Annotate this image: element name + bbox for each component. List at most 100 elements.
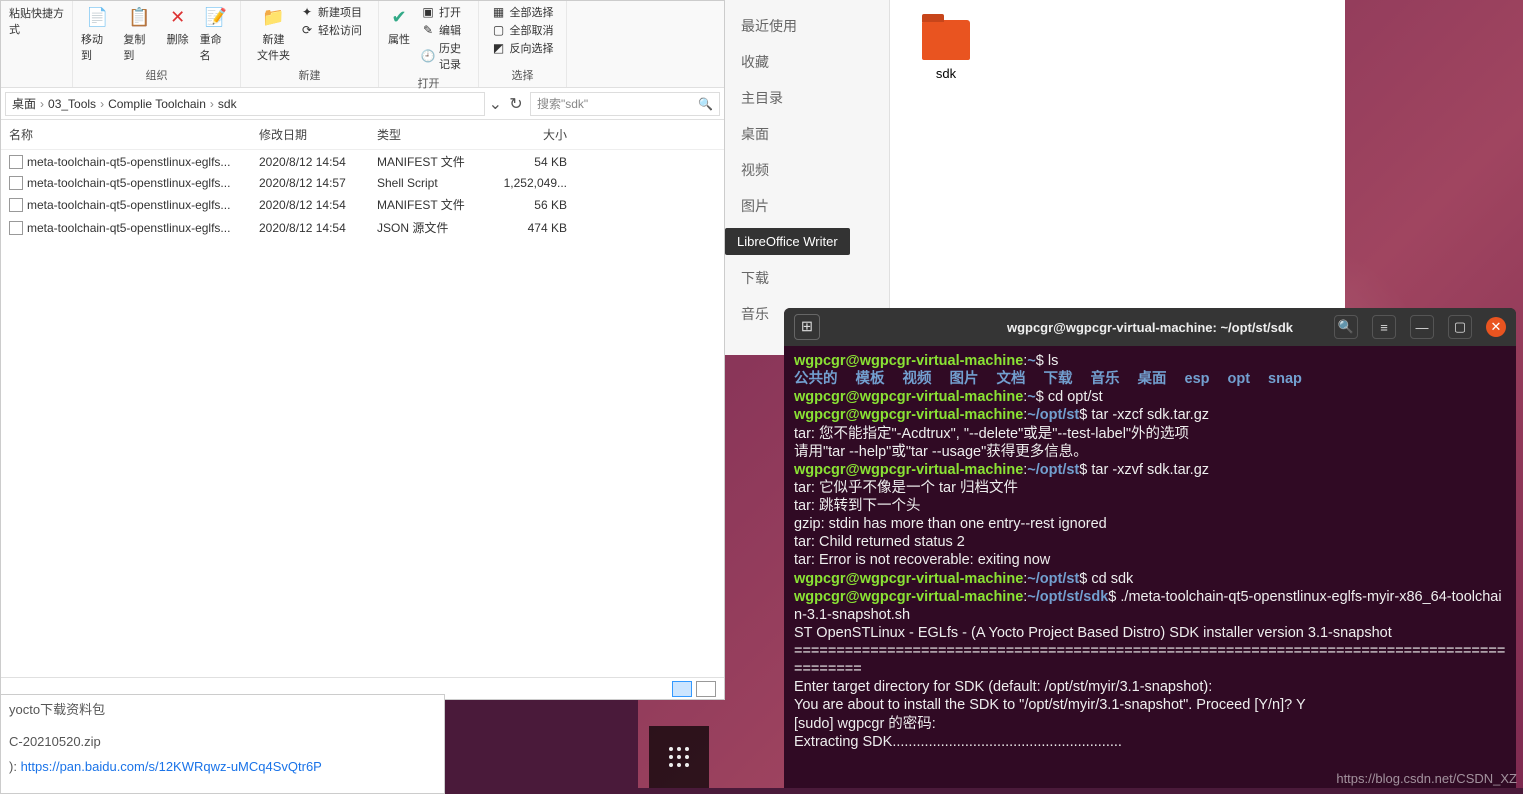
col-type-header[interactable]: 类型 (377, 126, 497, 143)
organize-group-label: 组织 (146, 65, 168, 85)
breadcrumb-part[interactable]: sdk (218, 97, 237, 111)
nautilus-sidebar-item[interactable]: 主目录 (725, 80, 889, 116)
copy-to-icon: 📋 (127, 5, 151, 29)
file-row[interactable]: meta-toolchain-qt5-openstlinux-eglfs... 2… (9, 173, 716, 193)
delete-icon: ✕ (166, 5, 190, 29)
col-size-header[interactable]: 大小 (497, 126, 567, 143)
icons-view-button[interactable] (696, 681, 716, 697)
maximize-button[interactable]: ▢ (1448, 315, 1472, 339)
new-item-button[interactable]: ✦新建项目 (296, 3, 366, 21)
history-icon: 🕘 (421, 49, 435, 63)
nautilus-sidebar-item[interactable]: 最近使用 (725, 8, 889, 44)
nautilus-sidebar-item[interactable]: 桌面 (725, 116, 889, 152)
search-button[interactable]: 🔍 (1334, 315, 1358, 339)
select-all-icon: ▦ (492, 5, 506, 19)
edit-button[interactable]: ✎编辑 (417, 21, 474, 39)
menu-button[interactable]: ≡ (1372, 315, 1396, 339)
folder-sdk[interactable]: sdk (922, 20, 970, 81)
gnome-terminal: ⊞ wgpcgr@wgpcgr-virtual-machine: ~/opt/s… (784, 308, 1516, 788)
file-type: MANIFEST 文件 (377, 153, 497, 170)
file-icon (9, 198, 23, 212)
file-size: 54 KB (497, 155, 567, 169)
file-date: 2020/8/12 14:57 (259, 176, 377, 190)
file-list: meta-toolchain-qt5-openstlinux-eglfs... 2… (1, 150, 724, 239)
move-to-icon: 📄 (85, 5, 109, 29)
file-type: Shell Script (377, 176, 497, 190)
breadcrumb[interactable]: 桌面› 03_Tools› Complie Toolchain› sdk (5, 92, 485, 116)
open-icon: ▣ (421, 5, 435, 19)
file-date: 2020/8/12 14:54 (259, 221, 377, 235)
file-name: meta-toolchain-qt5-openstlinux-eglfs... (27, 176, 230, 190)
search-placeholder: 搜索"sdk" (537, 95, 588, 112)
file-name: meta-toolchain-qt5-openstlinux-eglfs... (27, 155, 230, 169)
column-headers: 名称 修改日期 类型 大小 (1, 120, 724, 150)
history-button[interactable]: 🕘历史记录 (417, 39, 474, 73)
nautilus-sidebar-item[interactable]: 下载 (725, 260, 889, 296)
breadcrumb-part[interactable]: 03_Tools (48, 97, 96, 111)
search-input[interactable]: 搜索"sdk" 🔍 (530, 92, 720, 116)
select-none-button[interactable]: ▢全部取消 (488, 21, 558, 39)
move-to-button[interactable]: 📄移动到 (77, 3, 117, 65)
file-row[interactable]: meta-toolchain-qt5-openstlinux-eglfs... 2… (9, 150, 716, 173)
select-none-icon: ▢ (492, 23, 506, 37)
file-row[interactable]: meta-toolchain-qt5-openstlinux-eglfs... 2… (9, 193, 716, 216)
apps-grid-icon (669, 747, 689, 767)
rename-icon: 📝 (204, 5, 228, 29)
rename-button[interactable]: 📝重命名 (196, 3, 236, 65)
dropdown-icon[interactable]: ⌄ (489, 94, 502, 114)
select-group-label: 选择 (512, 65, 534, 85)
tooltip-libreoffice: LibreOffice Writer (725, 228, 850, 255)
terminal-titlebar: ⊞ wgpcgr@wgpcgr-virtual-machine: ~/opt/s… (784, 308, 1516, 346)
pan-baidu-link[interactable]: https://pan.baidu.com/s/12KWRqwz-uMCq4Sv… (21, 759, 322, 774)
nautilus-window: 最近使用收藏主目录桌面视频图片文档下载音乐 sdk (725, 0, 1345, 355)
file-icon (9, 221, 23, 235)
file-type: JSON 源文件 (377, 219, 497, 236)
properties-button[interactable]: ✔属性 (383, 3, 415, 49)
col-name-header[interactable]: 名称 (9, 126, 259, 143)
paste-shortcut-label: 粘贴快捷方式 (9, 5, 64, 37)
file-row[interactable]: meta-toolchain-qt5-openstlinux-eglfs... 2… (9, 216, 716, 239)
col-date-header[interactable]: 修改日期 (259, 126, 377, 143)
details-view-button[interactable] (672, 681, 692, 697)
file-name: meta-toolchain-qt5-openstlinux-eglfs... (27, 198, 230, 212)
file-date: 2020/8/12 14:54 (259, 155, 377, 169)
copy-to-button[interactable]: 📋复制到 (119, 3, 159, 65)
search-icon: 🔍 (698, 97, 713, 111)
refresh-button[interactable]: ↻ (506, 94, 526, 114)
chevron-right-icon: › (100, 97, 104, 111)
new-folder-button[interactable]: 📁新建 文件夹 (253, 3, 294, 65)
close-button[interactable]: ✕ (1486, 317, 1506, 337)
new-tab-button[interactable]: ⊞ (794, 314, 820, 340)
open-group-label: 打开 (418, 73, 440, 93)
nautilus-sidebar-item[interactable]: 收藏 (725, 44, 889, 80)
easy-access-button[interactable]: ⟳轻松访问 (296, 21, 366, 39)
folder-icon: 📁 (262, 5, 286, 29)
ribbon: 粘贴快捷方式 📄移动到 📋复制到 ✕删除 📝重命名 组织 📁新建 文件夹 ✦新建… (1, 1, 724, 88)
folder-icon (922, 20, 970, 60)
folder-label: sdk (936, 66, 956, 81)
nautilus-sidebar: 最近使用收藏主目录桌面视频图片文档下载音乐 (725, 0, 890, 355)
edit-icon: ✎ (421, 23, 435, 37)
new-item-icon: ✦ (300, 5, 314, 19)
paste-shortcut-button[interactable]: 粘贴快捷方式 (5, 3, 68, 39)
background-text: yocto下载资料包 C-20210520.zip ): https://pan… (0, 694, 445, 794)
invert-selection-button[interactable]: ◩反向选择 (488, 39, 558, 57)
new-group-label: 新建 (299, 65, 321, 85)
breadcrumb-part[interactable]: 桌面 (12, 95, 36, 112)
terminal-body[interactable]: wgpcgr@wgpcgr-virtual-machine:~$ ls 公共的模… (784, 346, 1516, 757)
file-name: meta-toolchain-qt5-openstlinux-eglfs... (27, 221, 230, 235)
nautilus-sidebar-item[interactable]: 视频 (725, 152, 889, 188)
open-button[interactable]: ▣打开 (417, 3, 474, 21)
nautilus-sidebar-item[interactable]: 图片 (725, 188, 889, 224)
watermark: https://blog.csdn.net/CSDN_XZ (1336, 771, 1517, 786)
select-all-button[interactable]: ▦全部选择 (488, 3, 558, 21)
delete-button[interactable]: ✕删除 (162, 3, 194, 49)
terminal-title: wgpcgr@wgpcgr-virtual-machine: ~/opt/st/… (1007, 320, 1293, 335)
file-size: 1,252,049... (497, 176, 567, 190)
ubuntu-dock[interactable] (649, 726, 709, 788)
properties-icon: ✔ (387, 5, 411, 29)
file-date: 2020/8/12 14:54 (259, 198, 377, 212)
breadcrumb-part[interactable]: Complie Toolchain (108, 97, 206, 111)
minimize-button[interactable]: — (1410, 315, 1434, 339)
easy-access-icon: ⟳ (300, 23, 314, 37)
